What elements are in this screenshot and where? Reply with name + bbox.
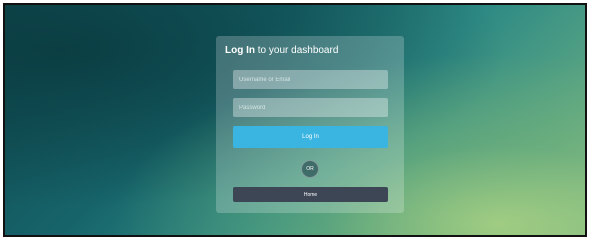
login-title-bold: Log In <box>225 45 255 56</box>
login-button[interactable]: Log In <box>233 126 388 148</box>
login-panel: Log In to your dashboard Log In OR Home <box>216 36 404 213</box>
home-button[interactable]: Home <box>233 187 388 202</box>
login-title-rest: to your dashboard <box>255 45 339 56</box>
page-background: Log In to your dashboard Log In OR Home <box>3 3 587 237</box>
login-title: Log In to your dashboard <box>225 45 338 56</box>
or-divider-badge: OR <box>301 160 319 178</box>
username-input[interactable] <box>233 70 388 89</box>
password-input[interactable] <box>233 98 388 117</box>
